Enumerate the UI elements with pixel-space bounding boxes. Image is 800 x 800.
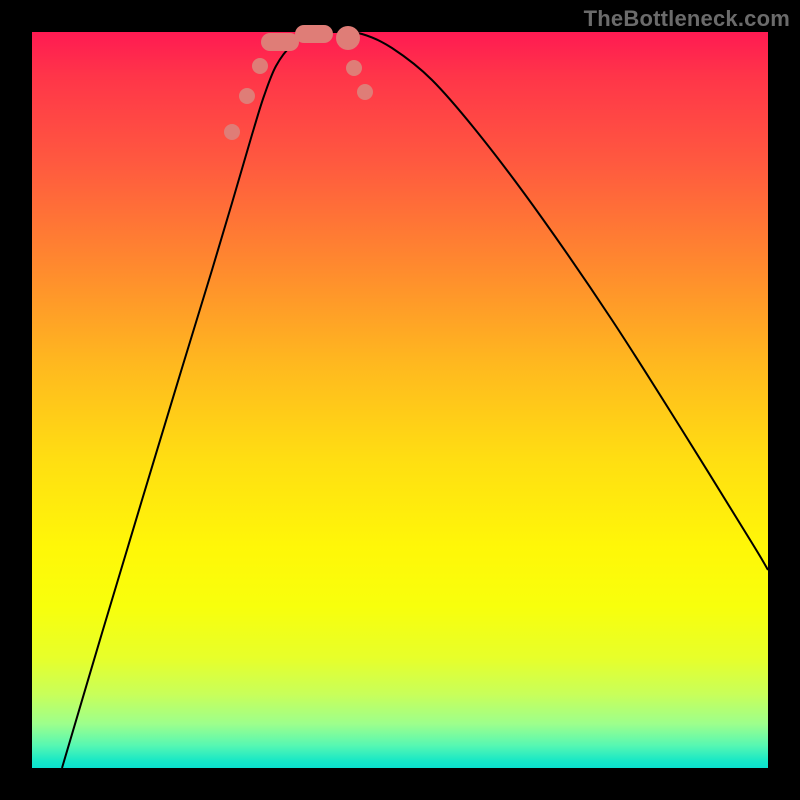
data-marker — [252, 58, 268, 74]
watermark-text: TheBottleneck.com — [584, 6, 790, 32]
curve-path — [62, 32, 768, 768]
data-marker — [336, 26, 360, 50]
data-marker — [224, 124, 240, 140]
data-marker — [357, 84, 373, 100]
data-marker — [261, 33, 299, 51]
data-marker — [239, 88, 255, 104]
chart-frame: TheBottleneck.com — [0, 0, 800, 800]
data-marker — [346, 60, 362, 76]
plot-area — [32, 32, 768, 768]
curve-svg — [32, 32, 768, 768]
data-marker — [295, 25, 333, 43]
